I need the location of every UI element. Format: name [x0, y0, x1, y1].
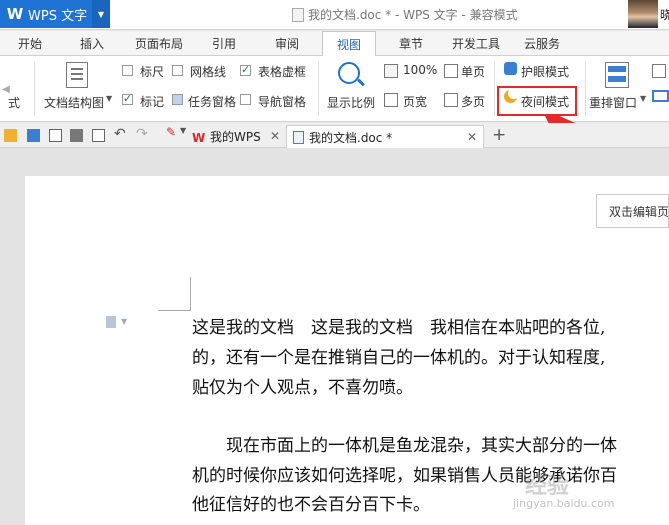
nav-pane-checkbox[interactable]	[240, 94, 251, 105]
chevron-down-icon[interactable]: ▼	[106, 94, 112, 103]
window-title: 我的文档.doc * - WPS 文字 - 兼容模式	[292, 6, 518, 23]
ribbon-cut-label: 式	[8, 96, 21, 110]
divider	[318, 62, 319, 116]
margin-corner-mark	[190, 277, 191, 310]
tab-view[interactable]: 视图	[322, 31, 377, 56]
rearrange-windows-icon[interactable]	[605, 62, 629, 88]
document-outline-icon[interactable]	[66, 62, 88, 88]
single-page-button[interactable]: 单页	[461, 63, 485, 80]
watermark-url: jingyan.baidu.com	[513, 497, 615, 510]
document-icon	[293, 130, 304, 144]
close-icon[interactable]: ✕	[467, 130, 477, 144]
ribbon-scroll-left[interactable]: ◀	[0, 56, 12, 122]
page-width-icon	[384, 93, 398, 107]
tab-my-document[interactable]: 我的文档.doc * ✕	[286, 125, 484, 148]
title-bar: W WPS 文字 ▼ 我的文档.doc * - WPS 文字 - 兼容模式 晓	[0, 0, 669, 30]
gridlines-checkbox[interactable]	[172, 65, 183, 76]
bookmark-label: 标记	[140, 95, 165, 109]
edit-page-hint[interactable]: 双击编辑页	[596, 194, 669, 228]
ruler-checkbox[interactable]	[122, 65, 133, 76]
tab-page-layout[interactable]: 页面布局	[135, 35, 183, 52]
document-line[interactable]: 这是我的文档 这是我的文档 我相信在本贴吧的各位,	[192, 313, 605, 338]
multi-page-icon	[444, 93, 458, 107]
multi-page-button[interactable]: 多页	[461, 93, 485, 110]
avatar[interactable]	[628, 0, 658, 28]
wps-logo-icon: W	[6, 5, 24, 23]
user-name[interactable]: 晓	[660, 6, 669, 23]
document-line[interactable]: 现在市面上的一体机是鱼龙混杂，其实大部分的一体	[192, 431, 617, 456]
app-menu-button[interactable]: W WPS 文字 ▼	[0, 0, 110, 28]
tab-cloud[interactable]: 云服务	[524, 35, 560, 52]
document-icon	[292, 7, 304, 22]
tab-home[interactable]: 开始	[18, 35, 42, 52]
task-pane-label: 任务窗格	[188, 95, 237, 109]
export-pdf-icon[interactable]	[49, 129, 62, 142]
document-line[interactable]: 他征信好的也不会百分百下卡。	[192, 490, 430, 515]
watermark: 经验	[525, 474, 570, 499]
eye-mode-button[interactable]: 护眼模式	[521, 63, 569, 80]
print-icon[interactable]	[70, 129, 83, 142]
page-100-icon	[384, 64, 398, 78]
ribbon-tabs: 开始 插入 页面布局 引用 审阅 视图 章节 开发工具 云服务	[0, 31, 669, 56]
paragraph-icon[interactable]	[106, 316, 116, 328]
tab-label: 我的文档.doc *	[309, 130, 393, 145]
divider	[34, 62, 35, 116]
zoom-button[interactable]: 显示比例	[327, 94, 375, 111]
tab-sections[interactable]: 章节	[399, 35, 423, 52]
table-gridlines-checkbox[interactable]	[240, 63, 251, 76]
highlight-box	[497, 86, 577, 116]
undo-icon[interactable]: ↶	[114, 126, 127, 142]
rearrange-windows-button[interactable]: 重排窗口	[589, 94, 637, 111]
chevron-down-icon[interactable]: ▼	[92, 0, 110, 28]
ruler-label: 标尺	[140, 65, 165, 79]
single-page-icon	[444, 64, 458, 78]
pin-icon[interactable]: ✎	[166, 125, 179, 139]
tab-insert[interactable]: 插入	[80, 35, 104, 52]
open-folder-icon[interactable]	[4, 129, 17, 142]
task-pane-checkbox[interactable]	[172, 94, 183, 105]
split-window-icon[interactable]	[652, 90, 669, 102]
new-tab-icon[interactable]: +	[492, 125, 506, 145]
save-icon[interactable]	[27, 129, 40, 142]
window-title-text: 我的文档.doc * - WPS 文字 - 兼容模式	[308, 8, 518, 22]
tab-references[interactable]: 引用	[212, 35, 236, 52]
tab-review[interactable]: 审阅	[275, 35, 299, 52]
document-line[interactable]: 的，还有一个是在推销自己的一体机的。对于认知程度,	[192, 343, 605, 368]
gridlines-label: 网格线	[190, 65, 227, 79]
nav-pane-label: 导航窗格	[258, 95, 307, 109]
tab-label: 我的WPS	[210, 130, 261, 144]
eye-protection-icon	[504, 62, 517, 75]
divider	[494, 62, 495, 116]
zoom-100-button[interactable]: 100%	[403, 63, 437, 77]
table-gridlines-label: 表格虚框	[258, 65, 307, 79]
doc-outline-button[interactable]: 文档结构图	[44, 94, 104, 111]
print-preview-icon[interactable]	[92, 129, 105, 142]
margin-corner-mark	[158, 310, 191, 311]
quick-access-toolbar: ↶ ↷ ✎ ▼ W 我的WPS ✕ 我的文档.doc * ✕ +	[0, 123, 669, 148]
redo-icon[interactable]: ↷	[136, 126, 149, 142]
bookmark-checkbox[interactable]	[122, 92, 133, 105]
chevron-down-icon[interactable]: ▼	[640, 94, 646, 103]
wps-logo-icon: W	[192, 130, 206, 145]
divider	[585, 62, 586, 116]
page-width-button[interactable]: 页宽	[403, 93, 427, 110]
tab-developer[interactable]: 开发工具	[452, 35, 500, 52]
app-name: WPS 文字	[28, 8, 88, 24]
tab-my-wps[interactable]: W 我的WPS ✕	[186, 125, 286, 148]
magnifier-icon[interactable]	[338, 62, 360, 84]
new-window-icon[interactable]	[652, 64, 666, 78]
document-line[interactable]: 贴仅为个人观点，不喜勿喷。	[192, 373, 413, 398]
chevron-down-icon[interactable]: ▼	[121, 317, 127, 326]
close-icon[interactable]: ✕	[270, 129, 280, 143]
